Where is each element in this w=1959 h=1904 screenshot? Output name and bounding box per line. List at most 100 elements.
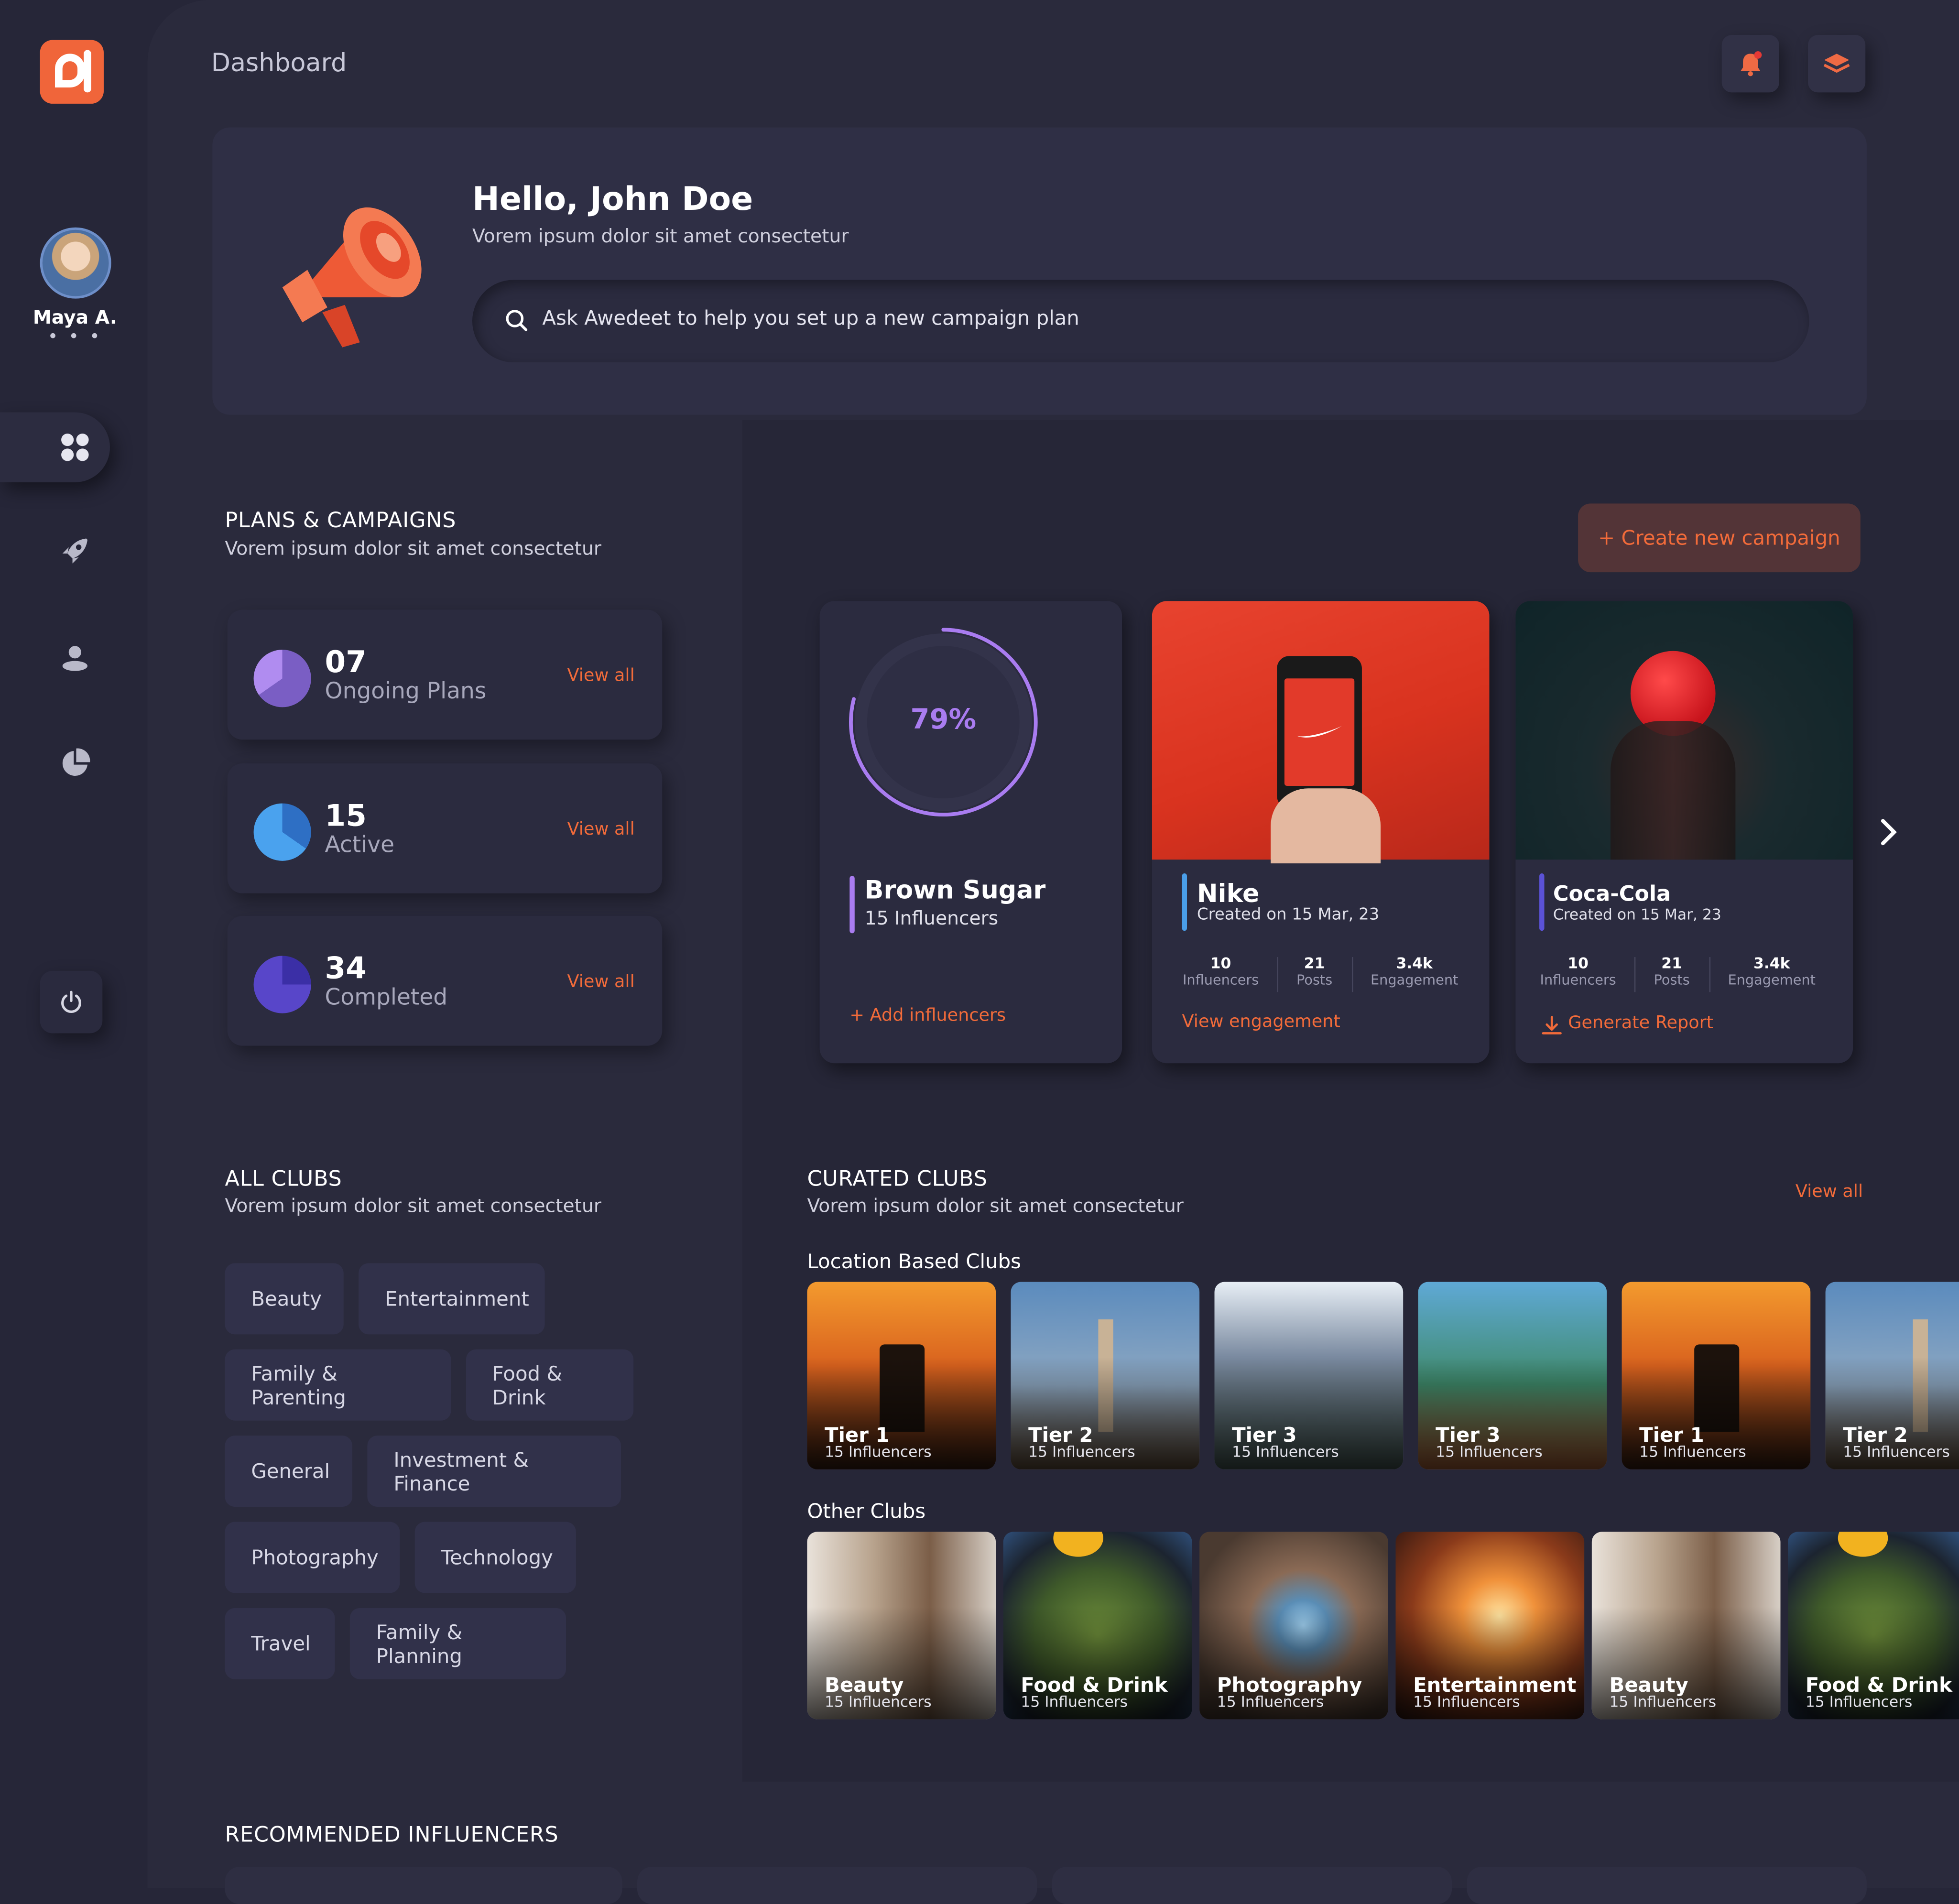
layers-button[interactable] xyxy=(1808,35,1866,93)
curated-clubs-title: CURATED CLUBS xyxy=(807,1167,988,1192)
influencer-card[interactable] xyxy=(225,1866,622,1904)
club-chip[interactable]: Family & Planning xyxy=(349,1608,566,1679)
club-chip[interactable]: Food & Drink xyxy=(466,1349,634,1421)
stat-number: 15 xyxy=(325,798,367,834)
divider xyxy=(1352,957,1353,992)
club-count: 15 Influencers xyxy=(1413,1693,1520,1711)
metric-engagement: 3.4k Engagement xyxy=(1724,955,1819,989)
search-placeholder: Ask Awedeet to help you set up a new cam… xyxy=(542,306,1079,330)
club-chip[interactable]: Beauty xyxy=(225,1263,344,1335)
view-all-link[interactable]: View all xyxy=(567,820,635,840)
view-all-link[interactable]: View all xyxy=(567,972,635,992)
club-count: 15 Influencers xyxy=(1609,1693,1717,1711)
metric-posts: 21 Posts xyxy=(1644,955,1699,989)
other-club-tile[interactable]: Beauty 15 Influencers xyxy=(807,1532,996,1719)
influencer-card[interactable] xyxy=(1052,1866,1452,1904)
page-title: Dashboard xyxy=(211,47,347,78)
metric-influencers: 10 Influencers xyxy=(1537,955,1620,989)
coca-cola-image xyxy=(1515,601,1853,860)
campaign-card-nike[interactable]: Nike Created on 15 Mar, 23 10 Influencer… xyxy=(1152,601,1490,1064)
location-club-tile[interactable]: Tier 3 15 Influencers xyxy=(1418,1282,1607,1469)
club-chip[interactable]: Travel xyxy=(225,1608,335,1679)
users-icon[interactable] xyxy=(59,642,91,675)
club-count: 15 Influencers xyxy=(825,1443,932,1461)
campaign-subtitle: 15 Influencers xyxy=(864,907,999,930)
recommended-title: RECOMMENDED INFLUENCERS xyxy=(225,1823,559,1848)
campaign-title: Nike xyxy=(1197,878,1260,909)
stat-number: 34 xyxy=(325,951,367,986)
sidebar-item-dashboard[interactable] xyxy=(0,412,110,482)
club-chip[interactable]: Photography xyxy=(225,1522,400,1593)
campaign-title: Coca-Cola xyxy=(1553,882,1671,907)
notifications-button[interactable] xyxy=(1721,35,1779,93)
location-club-tile[interactable]: Tier 3 15 Influencers xyxy=(1214,1282,1404,1469)
other-club-tile[interactable]: Beauty 15 Influencers xyxy=(1591,1532,1781,1719)
club-chip[interactable]: Entertainment xyxy=(359,1263,545,1335)
location-club-tile[interactable]: Tier 1 15 Influencers xyxy=(1622,1282,1811,1469)
assistant-search-input[interactable]: Ask Awedeet to help you set up a new cam… xyxy=(472,280,1809,362)
club-count: 15 Influencers xyxy=(1843,1443,1950,1461)
metric-label: Posts xyxy=(1296,972,1333,989)
stat-ongoing: 07 Ongoing Plans View all xyxy=(227,609,663,740)
club-chip[interactable]: General xyxy=(225,1436,353,1507)
campaign-card-brown-sugar[interactable]: 79% Brown Sugar 15 Influencers + Add inf… xyxy=(819,601,1122,1064)
club-count: 15 Influencers xyxy=(1639,1443,1746,1461)
stat-label: Ongoing Plans xyxy=(325,678,487,705)
bell-icon xyxy=(1740,51,1762,76)
location-club-tile[interactable]: Tier 1 15 Influencers xyxy=(807,1282,996,1469)
megaphone-icon xyxy=(282,207,422,348)
club-count: 15 Influencers xyxy=(1232,1443,1339,1461)
rocket-icon[interactable] xyxy=(59,535,91,567)
stat-label: Completed xyxy=(325,984,448,1011)
metric-value: 3.4k xyxy=(1753,954,1790,972)
club-count: 15 Influencers xyxy=(1021,1693,1128,1711)
location-club-tile[interactable]: Tier 2 15 Influencers xyxy=(1011,1282,1200,1469)
plans-subtitle: Vorem ipsum dolor sit amet consectetur xyxy=(225,537,601,560)
other-club-tile[interactable]: Photography 15 Influencers xyxy=(1199,1532,1388,1719)
club-count: 15 Influencers xyxy=(1805,1693,1913,1711)
create-campaign-button[interactable]: + Create new campaign xyxy=(1578,503,1861,573)
club-chip[interactable]: Technology xyxy=(414,1522,576,1593)
metric-value: 21 xyxy=(1304,954,1325,972)
influencer-card[interactable] xyxy=(637,1866,1037,1904)
pie-chart-icon[interactable] xyxy=(59,747,91,780)
ongoing-pie-icon xyxy=(253,650,311,707)
location-club-tile[interactable]: Tier 2 15 Influencers xyxy=(1825,1282,1959,1469)
divider xyxy=(1709,957,1711,992)
sidebar: Maya A. • • • xyxy=(0,0,150,1888)
metric-posts: 21 Posts xyxy=(1287,955,1342,989)
power-icon xyxy=(61,990,81,1013)
user-more-button[interactable]: • • • xyxy=(0,327,150,348)
greeting-subtitle: Vorem ipsum dolor sit amet consectetur xyxy=(472,225,849,248)
view-engagement-link[interactable]: View engagement xyxy=(1182,1012,1340,1032)
stat-active: 15 Active View all xyxy=(227,763,663,893)
campaign-subtitle: Created on 15 Mar, 23 xyxy=(1553,905,1721,924)
app-logo[interactable] xyxy=(40,40,104,104)
stat-number: 07 xyxy=(325,644,367,680)
metric-influencers: 10 Influencers xyxy=(1179,955,1262,989)
add-influencers-link[interactable]: + Add influencers xyxy=(849,1006,1006,1026)
other-club-tile[interactable]: Food & Drink 15 Influencers xyxy=(1788,1532,1959,1719)
curated-view-all-link[interactable]: View all xyxy=(1796,1182,1863,1202)
stat-completed: 34 Completed View all xyxy=(227,915,663,1046)
all-clubs-subtitle: Vorem ipsum dolor sit amet consectetur xyxy=(225,1194,601,1217)
influencer-card[interactable] xyxy=(1467,1866,1867,1904)
other-club-tile[interactable]: Food & Drink 15 Influencers xyxy=(1003,1532,1192,1719)
download-icon xyxy=(1542,1016,1562,1034)
avatar[interactable] xyxy=(40,227,111,299)
metric-value: 10 xyxy=(1567,954,1589,972)
view-all-link[interactable]: View all xyxy=(567,666,635,686)
curated-clubs-subtitle: Vorem ipsum dolor sit amet consectetur xyxy=(807,1194,1184,1217)
club-count: 15 Influencers xyxy=(1028,1443,1135,1461)
generate-report-link[interactable]: Generate Report xyxy=(1568,1013,1713,1034)
divider xyxy=(1277,957,1278,992)
club-chip[interactable]: Investment & Finance xyxy=(367,1436,621,1507)
next-arrow-icon[interactable] xyxy=(1877,816,1902,849)
other-club-tile[interactable]: Entertainment 15 Influencers xyxy=(1395,1532,1585,1719)
club-chip[interactable]: Family & Parenting xyxy=(225,1349,451,1421)
metric-label: Influencers xyxy=(1540,972,1616,989)
nike-image xyxy=(1152,601,1490,864)
logout-button[interactable] xyxy=(40,970,103,1034)
metric-label: Engagement xyxy=(1728,972,1816,989)
campaign-card-coca-cola[interactable]: Coca-Cola Created on 15 Mar, 23 10 Influ… xyxy=(1515,601,1853,1064)
